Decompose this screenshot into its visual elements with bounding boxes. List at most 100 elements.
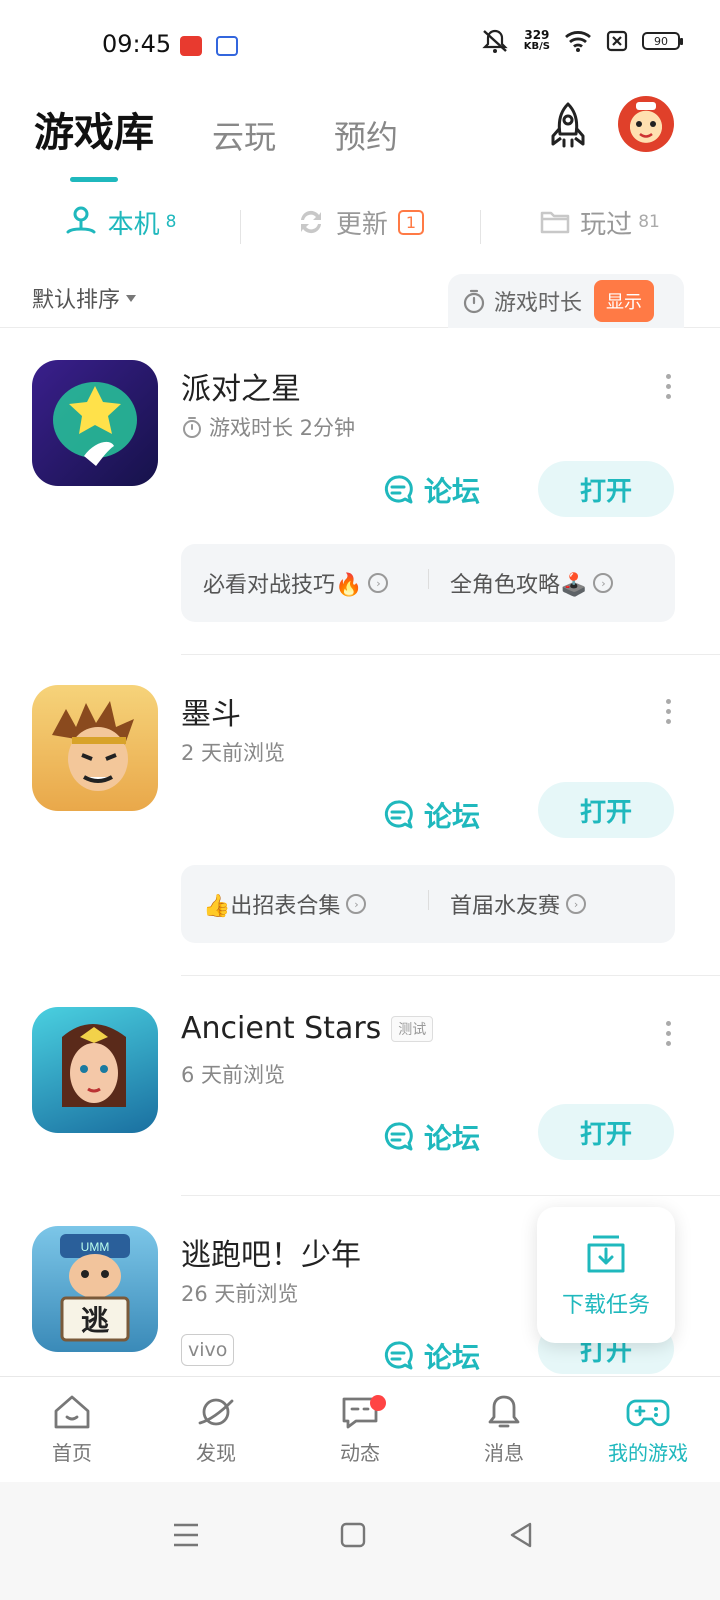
game-icon-ancient-stars[interactable] bbox=[32, 1007, 158, 1133]
nav-home[interactable]: 首页 bbox=[0, 1377, 144, 1482]
show-playtime-button[interactable]: 显示 bbox=[594, 280, 655, 322]
game-subtitle: 游戏时长 2分钟 bbox=[181, 412, 355, 442]
sort-dropdown[interactable]: 默认排序 bbox=[32, 282, 137, 314]
divider bbox=[181, 975, 720, 976]
game-icon-run-boy[interactable]: UMM 逃 bbox=[32, 1226, 158, 1352]
game-icon-party-star[interactable] bbox=[32, 360, 158, 486]
guide-link[interactable]: 必看对战技巧🔥 › bbox=[181, 567, 428, 599]
caret-down-icon bbox=[126, 294, 137, 302]
playtime-label: 游戏时长 bbox=[494, 291, 583, 316]
test-tag: 测试 bbox=[391, 1015, 434, 1042]
update-count-badge: 1 bbox=[397, 209, 425, 235]
forum-label: 论坛 bbox=[424, 475, 481, 508]
baidu-app-icon bbox=[216, 36, 238, 56]
status-indicators: 329 KB/S 90 bbox=[480, 28, 683, 54]
download-task-label: 下载任务 bbox=[561, 1293, 650, 1318]
forum-button[interactable]: 论坛 bbox=[382, 1336, 480, 1376]
game-title-text: 逃跑吧！少年 bbox=[181, 1238, 361, 1273]
playtime-toggle[interactable]: 游戏时长 显示 bbox=[448, 274, 684, 328]
forum-label: 论坛 bbox=[424, 1122, 481, 1155]
avatar[interactable] bbox=[618, 96, 674, 152]
forum-icon bbox=[384, 800, 413, 829]
divider bbox=[181, 1195, 720, 1196]
game-subtitle-text: 2 天前浏览 bbox=[181, 741, 286, 765]
game-icon-modou[interactable] bbox=[32, 685, 158, 811]
more-options-icon[interactable] bbox=[662, 374, 674, 399]
timer-icon bbox=[463, 289, 485, 314]
forum-button[interactable]: 论坛 bbox=[382, 1117, 480, 1157]
guide-label: 必看对战技巧🔥 bbox=[203, 573, 363, 598]
sort-label: 默认排序 bbox=[32, 288, 121, 313]
guide-link[interactable]: 首届水友赛 › bbox=[428, 888, 675, 920]
bottom-nav: 首页 发现 动态 消息 我的游戏 bbox=[0, 1376, 720, 1482]
net-speed-value: 329 bbox=[524, 28, 550, 42]
game-title: 墨斗 bbox=[181, 689, 241, 733]
nav-feed-label: 动态 bbox=[340, 1441, 380, 1465]
open-button[interactable]: 打开 bbox=[538, 1104, 674, 1160]
planet-icon bbox=[198, 1398, 234, 1426]
game-title: Ancient Stars 测试 bbox=[181, 1011, 434, 1046]
forum-button[interactable]: 论坛 bbox=[382, 470, 480, 510]
game-subtitle-text: 游戏时长 2分钟 bbox=[209, 416, 356, 440]
home-icon bbox=[54, 1395, 90, 1429]
status-time: 09:45 bbox=[102, 30, 172, 58]
system-nav-bar bbox=[0, 1482, 720, 1600]
game-title: 派对之星 bbox=[181, 364, 301, 408]
back-icon[interactable] bbox=[508, 1522, 534, 1548]
subtab-local-count: 8 bbox=[165, 212, 177, 232]
forum-label: 论坛 bbox=[424, 1341, 481, 1374]
nav-messages-label: 消息 bbox=[484, 1441, 524, 1465]
guide-link[interactable]: 全角色攻略🕹️ › bbox=[428, 567, 675, 599]
nav-messages[interactable]: 消息 bbox=[432, 1377, 576, 1482]
forum-button[interactable]: 论坛 bbox=[382, 795, 480, 835]
tab-cloud-play[interactable]: 云玩 bbox=[212, 112, 276, 158]
status-bar: 09:45 329 KB/S 90 bbox=[0, 0, 720, 90]
game-title: 逃跑吧！少年 bbox=[181, 1230, 361, 1274]
game-title-text: Ancient Stars bbox=[181, 1011, 382, 1046]
top-tabs: 游戏库 云玩 预约 bbox=[34, 100, 456, 182]
subtab-local-label: 本机 bbox=[107, 209, 160, 240]
forum-icon bbox=[384, 1341, 413, 1370]
nav-feed[interactable]: 动态 bbox=[288, 1377, 432, 1482]
nav-my-games-label: 我的游戏 bbox=[608, 1441, 688, 1465]
more-options-icon[interactable] bbox=[662, 699, 674, 724]
run-boy-cap-text: UMM bbox=[81, 1240, 110, 1254]
chevron-right-icon: › bbox=[368, 573, 389, 593]
nav-discover[interactable]: 发现 bbox=[144, 1377, 288, 1482]
folder-icon bbox=[540, 211, 570, 234]
forum-icon bbox=[384, 1122, 413, 1151]
guide-label: 全角色攻略🕹️ bbox=[450, 573, 588, 598]
toutiao-app-icon bbox=[180, 36, 202, 56]
download-task-button[interactable]: 下载任务 bbox=[537, 1207, 675, 1343]
notification-dot bbox=[370, 1395, 386, 1411]
subtab-update[interactable]: 更新 1 bbox=[240, 204, 480, 244]
forum-icon bbox=[384, 475, 413, 504]
gamepad-icon bbox=[626, 1399, 670, 1427]
timer-icon bbox=[183, 417, 201, 438]
subtab-played-label: 玩过 bbox=[580, 209, 633, 240]
bell-icon bbox=[488, 1395, 520, 1428]
refresh-icon bbox=[300, 210, 321, 234]
tab-reservation[interactable]: 预约 bbox=[334, 112, 398, 158]
open-button[interactable]: 打开 bbox=[538, 782, 674, 838]
game-title-text: 墨斗 bbox=[181, 697, 241, 732]
wifi-icon bbox=[565, 31, 591, 52]
rocket-icon[interactable] bbox=[542, 100, 594, 152]
vivo-tag: vivo bbox=[181, 1334, 235, 1366]
subtab-local[interactable]: 本机 8 bbox=[0, 204, 240, 241]
more-options-icon[interactable] bbox=[662, 1021, 674, 1046]
subtab-update-label: 更新 bbox=[335, 209, 388, 240]
game-subtitle: 26 天前浏览 bbox=[181, 1278, 298, 1308]
tab-game-library[interactable]: 游戏库 bbox=[34, 100, 154, 182]
open-button[interactable]: 打开 bbox=[538, 461, 674, 517]
nav-my-games[interactable]: 我的游戏 bbox=[576, 1377, 720, 1482]
subtab-played[interactable]: 玩过 81 bbox=[480, 204, 720, 244]
menu-icon[interactable] bbox=[172, 1522, 200, 1548]
chevron-right-icon: › bbox=[346, 894, 367, 914]
guide-links: 必看对战技巧🔥 › 全角色攻略🕹️ › bbox=[181, 544, 675, 622]
mute-icon bbox=[482, 29, 508, 53]
game-subtitle-text: 6 天前浏览 bbox=[181, 1063, 286, 1087]
home-square-icon[interactable] bbox=[340, 1522, 366, 1548]
guide-link[interactable]: 👍出招表合集 › bbox=[181, 888, 428, 920]
sim-x-icon bbox=[606, 30, 628, 52]
